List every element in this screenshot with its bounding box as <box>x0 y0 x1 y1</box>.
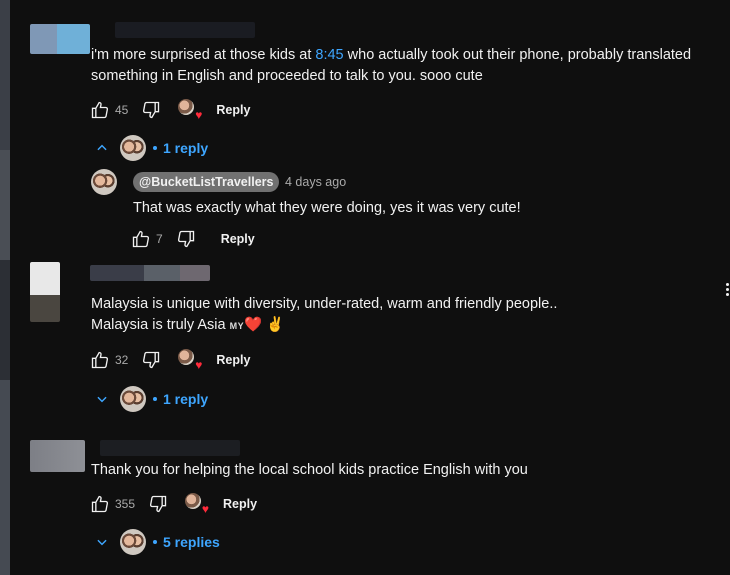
emoji: ❤️ ✌ <box>244 317 285 333</box>
reply-time[interactable]: 4 days ago <box>285 175 346 189</box>
thumbs-up-icon[interactable] <box>89 99 111 121</box>
creator-avatar <box>120 386 146 412</box>
like-count: 45 <box>115 103 129 117</box>
creator-heart-icon: ♥ <box>178 349 202 371</box>
commenter-name[interactable] <box>115 22 255 38</box>
channel-handle[interactable]: @BucketListTravellers <box>133 172 280 192</box>
creator-avatar <box>120 529 146 555</box>
reply-avatar[interactable] <box>91 169 117 195</box>
comment-actions: 45 ♥ Reply <box>89 98 250 122</box>
thumbs-down-icon[interactable] <box>147 493 169 515</box>
background-edge <box>0 260 10 380</box>
commenter-avatar[interactable] <box>30 262 60 322</box>
like-count: 7 <box>156 232 163 246</box>
background-edge <box>0 150 10 260</box>
replies-count-label: 1 reply <box>163 140 209 156</box>
comment-text: i'm more surprised at those kids at 8:45… <box>91 47 692 84</box>
comments-section: i'm more surprised at those kids at 8:45… <box>0 0 730 575</box>
comment-actions: 355 ♥ Reply <box>89 492 257 516</box>
commenter-name[interactable] <box>90 265 210 281</box>
replies-toggle[interactable]: 1 reply <box>94 385 208 413</box>
creator-heart-icon: ♥ <box>185 493 209 515</box>
thumbs-up-icon[interactable] <box>89 493 111 515</box>
thumbs-down-icon[interactable] <box>140 349 162 371</box>
new-reply-dot <box>153 540 157 544</box>
thumbs-down-icon[interactable] <box>175 228 197 250</box>
creator-avatar <box>120 135 146 161</box>
reply-button[interactable]: Reply <box>216 103 250 117</box>
reply-button[interactable]: Reply <box>223 497 257 511</box>
commenter-avatar[interactable] <box>30 24 90 54</box>
thumbs-down-icon[interactable] <box>140 99 162 121</box>
like-count: 32 <box>115 353 129 367</box>
thumbs-up-icon[interactable] <box>130 228 152 250</box>
like-count: 355 <box>115 497 136 511</box>
reply-button[interactable]: Reply <box>221 232 255 246</box>
creator-heart-icon: ♥ <box>178 99 202 121</box>
commenter-avatar[interactable] <box>30 440 85 472</box>
commenter-name[interactable] <box>100 440 240 456</box>
comment-actions: 32 ♥ Reply <box>89 348 250 372</box>
chevron-down-icon <box>94 534 110 550</box>
replies-count-label: 1 reply <box>163 391 209 407</box>
reply-button[interactable]: Reply <box>216 353 250 367</box>
more-vert-icon[interactable] <box>726 283 730 296</box>
replies-toggle[interactable]: 5 replies <box>94 528 220 556</box>
reply-actions: 7 Reply <box>130 227 255 251</box>
new-reply-dot <box>153 146 157 150</box>
chevron-down-icon <box>94 391 110 407</box>
comment-text: Thank you for helping the local school k… <box>91 462 528 478</box>
timestamp-link[interactable]: 8:45 <box>315 47 343 63</box>
replies-toggle[interactable]: 1 reply <box>94 134 208 162</box>
background-edge <box>0 380 10 575</box>
thumbs-up-icon[interactable] <box>89 349 111 371</box>
replies-count-label: 5 replies <box>163 534 220 550</box>
flag-emoji: MY <box>229 321 245 331</box>
background-edge <box>0 0 10 150</box>
chevron-up-icon <box>94 140 110 156</box>
new-reply-dot <box>153 397 157 401</box>
reply-text: That was exactly what they were doing, y… <box>133 200 521 216</box>
comment-text: Malaysia is unique with diversity, under… <box>91 296 558 333</box>
